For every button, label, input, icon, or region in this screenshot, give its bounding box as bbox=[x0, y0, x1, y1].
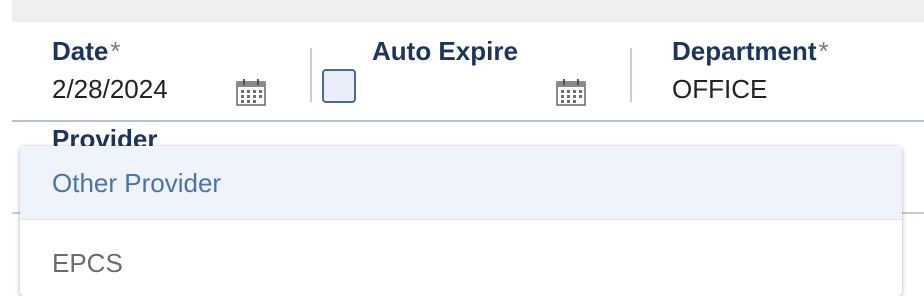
field-separator bbox=[630, 48, 632, 102]
field-separator bbox=[310, 48, 312, 102]
department-required-mark: * bbox=[818, 36, 829, 66]
auto-expire-checkbox[interactable] bbox=[322, 69, 356, 103]
date-input[interactable]: 2/28/2024 bbox=[52, 74, 168, 105]
calendar-icon[interactable] bbox=[556, 78, 586, 106]
top-section-strip bbox=[12, 0, 924, 23]
dropdown-option-other-provider[interactable]: Other Provider bbox=[20, 146, 902, 220]
department-value[interactable]: OFFICE bbox=[672, 74, 767, 105]
provider-dropdown-list: Other Provider EPCS bbox=[20, 146, 902, 296]
dropdown-option-epcs[interactable]: EPCS bbox=[20, 226, 902, 296]
auto-expire-label: Auto Expire bbox=[372, 36, 518, 66]
date-required-mark: * bbox=[110, 36, 121, 66]
date-label: Date* bbox=[52, 36, 121, 66]
department-label: Department* bbox=[672, 36, 829, 66]
calendar-icon[interactable] bbox=[236, 78, 266, 106]
row-divider bbox=[12, 120, 924, 122]
